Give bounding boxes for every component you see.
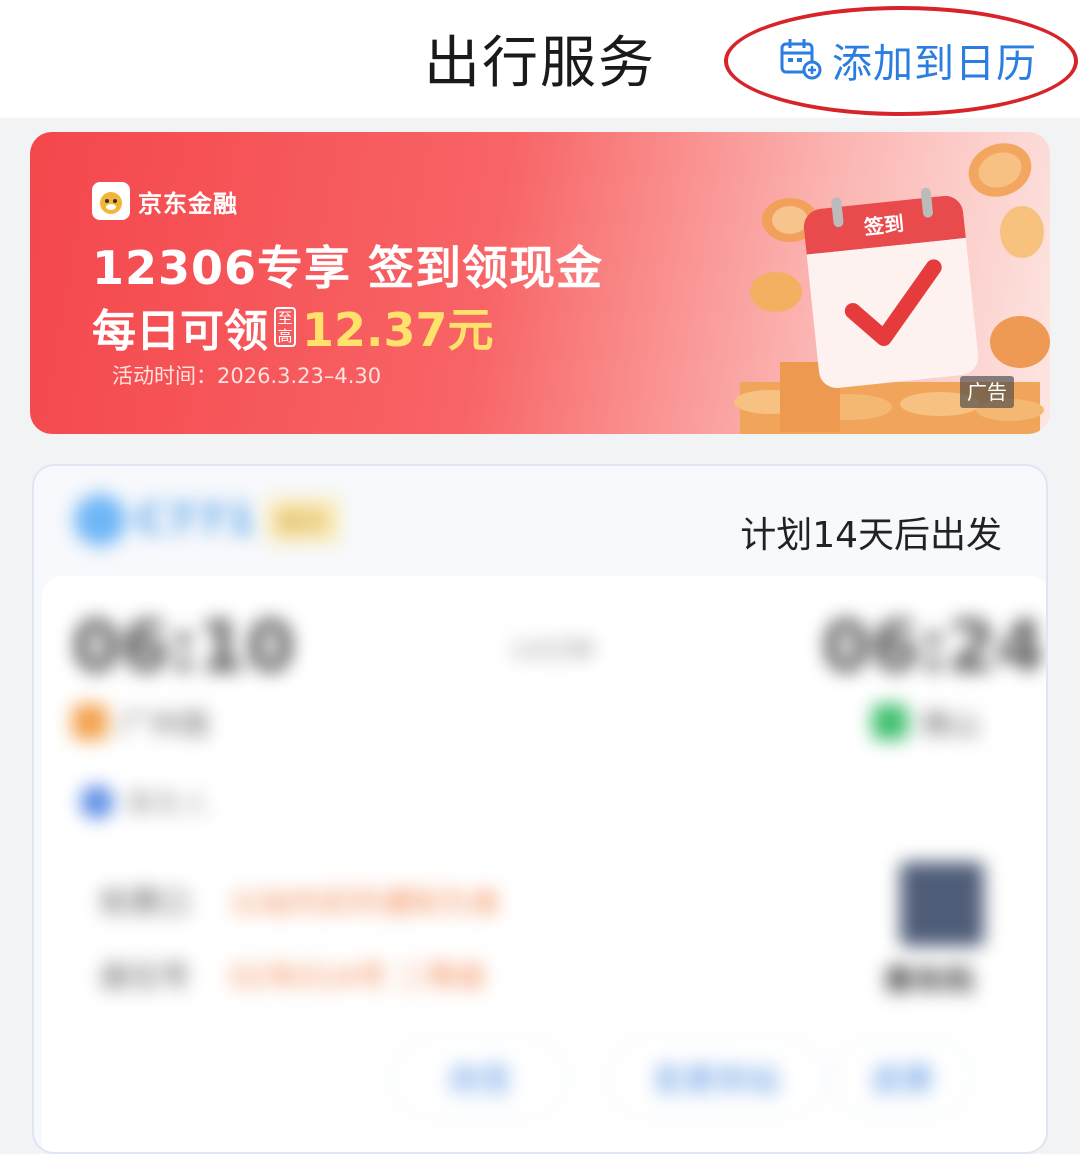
ad-tag: 广告	[960, 376, 1014, 408]
trip-date: 14分钟	[509, 636, 595, 666]
up-to-badge: 至高	[274, 307, 296, 347]
refund-button[interactable]: 退票	[832, 1036, 972, 1120]
departure-time: 06:10	[72, 606, 295, 688]
departure-station: 广州南	[72, 700, 210, 744]
trip-card[interactable]: C771 候补 计划14天后出发 06:10 14分钟 06:24 广州南 佛山…	[32, 464, 1048, 1154]
departure-dot-icon	[72, 704, 108, 740]
highlight-circle	[724, 6, 1078, 116]
daily-label: 每日可领	[92, 306, 268, 357]
train-number-badge: C771 候补	[74, 494, 339, 546]
person-icon	[80, 785, 114, 819]
change-ticket-button[interactable]: 改签	[390, 1036, 570, 1120]
arrival-station: 佛山	[872, 700, 980, 744]
check-in-gate-value: 以站内实时通知为准	[230, 886, 500, 921]
banner-title: 12306专享 签到领现金	[92, 241, 604, 295]
ticket-details: 06:10 14分钟 06:24 广州南 佛山 乘车人 检票口 以站内实时通知为…	[42, 576, 1046, 1152]
seat-label: 座位号	[100, 960, 190, 995]
train-status-tag: 候补	[266, 497, 339, 543]
departure-station-name: 广州南	[120, 708, 210, 743]
check-in-gate-label: 检票口	[100, 886, 190, 921]
banner-reward: 每日可领 至高 12.37元	[92, 294, 494, 360]
activity-period: 活动时间：2026.3.23–4.30	[112, 364, 382, 388]
jd-finance-logo-icon	[92, 182, 130, 220]
train-icon	[74, 494, 126, 546]
arrival-time: 06:24	[822, 606, 1045, 688]
seat-value: 02车01A号 二等座	[230, 960, 487, 995]
arrival-dot-icon	[872, 704, 908, 740]
seat-row: 座位号 02车01A号 二等座	[100, 952, 486, 996]
brand-name: 京东金融	[138, 189, 238, 218]
trip-middle-info: 14分钟	[422, 630, 682, 667]
brand-row: 京东金融	[92, 182, 238, 220]
qr-code-icon[interactable]	[900, 862, 984, 946]
passenger-name: 乘车人	[126, 787, 211, 820]
passenger-row: 乘车人	[80, 782, 210, 822]
arrival-station-name: 佛山	[920, 708, 980, 743]
ad-banner[interactable]: 京东金融 12306专享 签到领现金 每日可领 至高 12.37元 活动时间：2…	[30, 132, 1050, 434]
reward-amount: 12.37元	[302, 303, 494, 357]
departure-countdown: 计划14天后出发	[740, 515, 1002, 556]
ride-code-label: 乘车码	[884, 964, 974, 999]
calendar-checkin-text: 签到	[862, 211, 905, 239]
change-destination-button[interactable]: 变更到站	[606, 1036, 826, 1120]
train-number: C771	[136, 497, 257, 543]
check-in-gate-row: 检票口 以站内实时通知为准	[100, 878, 500, 922]
app-header: 出行服务 添加到日历	[0, 0, 1080, 118]
